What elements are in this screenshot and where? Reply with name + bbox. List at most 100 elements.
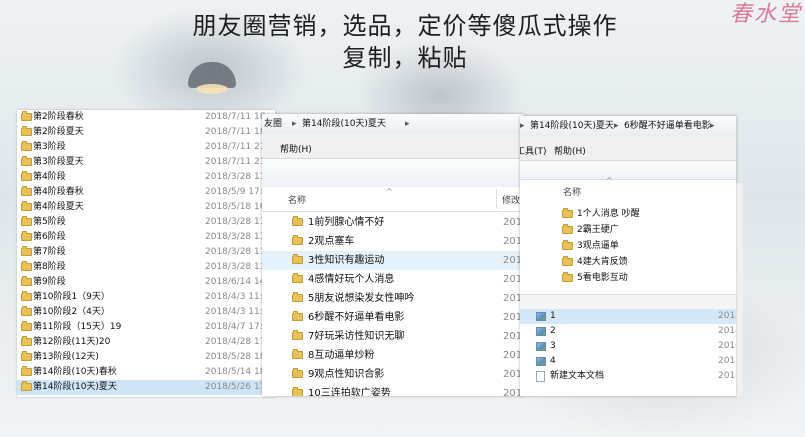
folder-row[interactable]: 7好玩采访性知识无聊 201 — [262, 327, 524, 346]
folder-icon — [292, 311, 303, 321]
folder-row-hover[interactable]: 3性知识有趣运动 201 — [262, 251, 524, 270]
column-name[interactable]: 名称 — [288, 193, 306, 206]
folder-icon — [21, 216, 32, 226]
folder-row[interactable]: 第12阶段(11天)20 2018/4/28 17: — [17, 335, 275, 350]
breadcrumb-separator-icon: ▸ — [405, 119, 410, 129]
folder-icon — [21, 381, 32, 391]
folder-row[interactable]: 第10阶段2（4天） 2018/4/3 11:4 — [17, 305, 275, 320]
folder-row[interactable]: 第14阶段(10天)春秋 2018/5/14 18: — [17, 365, 275, 380]
folder-row[interactable]: 5朋友说想染发女性呻吟 201 — [262, 289, 524, 308]
folder-row[interactable]: 第3阶段夏天 2018/7/11 21 — [17, 155, 275, 170]
folder-row[interactable]: 第7阶段 2018/3/28 11: — [17, 245, 275, 260]
image-file-row[interactable]: 22018 — [520, 324, 736, 339]
menu-help[interactable]: 帮助(H) — [554, 146, 586, 158]
folder-row[interactable]: 第10阶段1（9天） 2018/4/3 11:4 — [17, 290, 275, 305]
menu-bar: 帮助(H) — [262, 134, 524, 159]
folder-row[interactable]: 第8阶段 2018/3/28 11: — [17, 260, 275, 275]
folder-row[interactable]: 第6阶段 2018/3/28 11: — [17, 230, 275, 245]
folder-icon — [21, 111, 32, 121]
column-divider[interactable] — [496, 189, 497, 209]
folder-row[interactable]: 第4阶段 2018/3/28 11 — [17, 170, 275, 185]
column-name[interactable]: 名称 — [563, 185, 581, 198]
folder-row[interactable]: 5看电影互动 — [520, 270, 736, 286]
brand-logo: 春水堂 — [729, 2, 802, 27]
folder-row[interactable]: 第3阶段 2018/7/11 21 — [17, 140, 275, 155]
image-file-row[interactable]: 12018 — [520, 309, 736, 324]
folder-row[interactable]: 第9阶段 2018/6/14 14: — [17, 275, 275, 290]
breadcrumb-separator-icon: ▸ — [292, 119, 297, 129]
file-list-header — [520, 294, 736, 309]
column-modified[interactable]: 修改 — [502, 193, 520, 206]
explorer-panel-subfolder: ▸ 第14阶段(10天)夏天 ▸ 6秒醒不好逼单看电影 ▸ 工具(T) 帮助(H… — [520, 116, 736, 396]
folder-icon — [21, 246, 32, 256]
folder-row[interactable]: 第11阶段（15天）19 2018/4/7 17:3 — [17, 320, 275, 335]
folder-icon — [21, 171, 32, 181]
breadcrumb-segment[interactable]: 第14阶段(10天)夏天 — [302, 114, 386, 134]
lamp-glow-decoration — [196, 84, 228, 94]
toolbar — [520, 161, 736, 180]
folder-row[interactable]: 3观点逼单 — [520, 238, 736, 254]
sort-arrow-icon: ^ — [606, 176, 613, 185]
text-file-icon — [536, 371, 545, 382]
scrollbar[interactable] — [736, 183, 743, 396]
folder-icon — [21, 276, 32, 286]
folder-icon — [292, 349, 303, 359]
image-file-icon — [536, 312, 546, 321]
menu-help[interactable]: 帮助(H) — [280, 144, 312, 156]
folder-row[interactable]: 8互动逼单炒粉 201 — [262, 346, 524, 365]
folder-icon — [21, 321, 32, 331]
address-bar[interactable]: ▸ 第14阶段(10天)夏天 ▸ 6秒醒不好逼单看电影 ▸ — [520, 116, 736, 137]
text-file-row[interactable]: 新建文本文档2018 — [520, 369, 736, 384]
folder-icon — [292, 273, 303, 283]
folder-row[interactable]: 第4阶段春秋 2018/5/9 17:5 — [17, 185, 275, 200]
image-file-row[interactable]: 42018 — [520, 354, 736, 369]
breadcrumb-segment[interactable]: 6秒醒不好逼单看电影 — [624, 116, 711, 136]
folder-icon — [292, 254, 303, 264]
title-line-1: 朋友圈营销，选品，定价等傻瓜式操作 — [192, 12, 618, 40]
folder-row[interactable]: 10三连拍软广姿势 201 — [262, 384, 524, 396]
folder-row[interactable]: 第5阶段 2018/3/28 11: — [17, 215, 275, 230]
breadcrumb-separator-icon: ▸ — [710, 121, 715, 131]
folder-icon — [21, 141, 32, 151]
address-bar[interactable]: 友圈 ▸ 第14阶段(10天)夏天 ▸ — [262, 114, 524, 135]
menu-bar: 工具(T) 帮助(H) — [520, 136, 736, 161]
folder-row[interactable]: 2霸王硬广 — [520, 222, 736, 238]
folder-icon — [21, 201, 32, 211]
folder-row[interactable]: 第2阶段夏天 2018/7/11 18 — [17, 125, 275, 140]
folder-icon — [21, 291, 32, 301]
image-file-row[interactable]: 32016 — [520, 339, 736, 354]
folder-icon — [562, 240, 573, 250]
title-line-2: 复制，粘贴 — [342, 44, 468, 72]
folder-row[interactable]: 6秒醒不好逼单看电影 201 — [262, 308, 524, 327]
folder-icon — [21, 156, 32, 166]
image-file-icon — [536, 357, 546, 366]
breadcrumb-separator-icon: ▸ — [520, 121, 525, 131]
folder-row[interactable]: 1个人消息 吵醒 — [520, 206, 736, 222]
folder-row[interactable]: 9观点性知识合影 201 — [262, 365, 524, 384]
column-header: ^ 名称 — [520, 176, 736, 199]
explorer-panel-stages: 第2阶段春秋 2018/7/11 18 第2阶段夏天 2018/7/11 18 第3… — [17, 110, 275, 397]
breadcrumb-segment[interactable]: 友圈 — [264, 114, 282, 134]
menu-tools[interactable]: 工具(T) — [520, 146, 547, 158]
breadcrumb-separator-icon: ▸ — [614, 121, 619, 131]
folder-row-selected[interactable]: 第14阶段(10天)夏天 2018/5/26 17: — [17, 380, 275, 395]
folder-icon — [21, 186, 32, 196]
folder-icon — [21, 306, 32, 316]
folder-icon — [292, 235, 303, 245]
folder-icon — [562, 256, 573, 266]
folder-row[interactable]: 2观点塞车 201 — [262, 232, 524, 251]
folder-row[interactable]: 4感情好玩个人消息 201 — [262, 270, 524, 289]
folder-icon — [292, 387, 303, 396]
folder-icon — [21, 231, 32, 241]
folder-row[interactable]: 第13阶段(12天) 2018/5/28 18: — [17, 350, 275, 365]
folder-row[interactable]: 1前列腺心情不好 201 — [262, 213, 524, 232]
sort-arrow-icon: ^ — [386, 187, 393, 196]
folder-row[interactable]: 第2阶段春秋 2018/7/11 18 — [17, 110, 275, 125]
breadcrumb-segment[interactable]: 第14阶段(10天)夏天 — [530, 116, 614, 136]
folder-row[interactable]: 第4阶段夏天 2018/5/18 16: — [17, 200, 275, 215]
folder-row[interactable]: 4建大肯反馈 — [520, 254, 736, 270]
folder-icon — [562, 224, 573, 234]
folder-icon — [562, 208, 573, 218]
toolbar — [262, 159, 524, 188]
folder-icon — [21, 261, 32, 271]
